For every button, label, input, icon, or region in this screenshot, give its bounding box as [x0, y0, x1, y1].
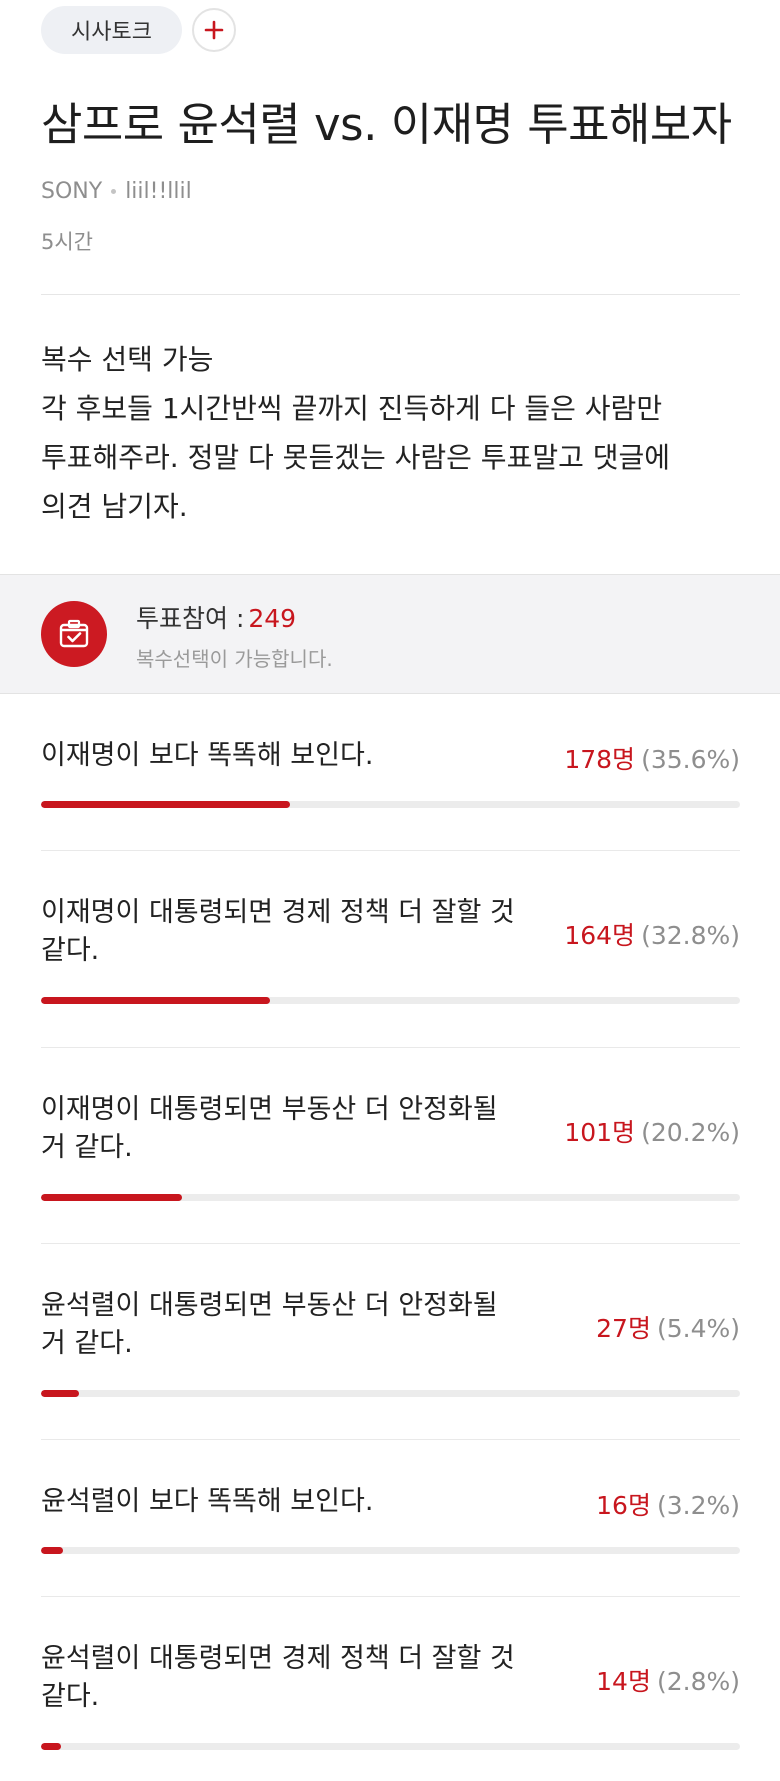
result-bar-fill: [41, 1547, 64, 1554]
option-result: 164명 (32.8%): [564, 916, 740, 952]
multi-select-note: 복수선택이 가능합니다.: [136, 647, 333, 671]
option-percent: (32.8%): [641, 921, 740, 950]
option-result: 14명 (2.8%): [596, 1662, 740, 1698]
option-count: 178명: [564, 745, 636, 774]
participation-label: 투표참여 :: [136, 604, 245, 633]
option-percent: (5.4%): [656, 1314, 740, 1343]
divider: [41, 294, 740, 295]
result-bar: [41, 1743, 740, 1750]
poll-option[interactable]: 윤석렬이 보다 똑똑해 보인다. 16명 (3.2%): [41, 1440, 740, 1597]
option-label: 이재명이 대통령되면 경제 정책 더 잘할 것 같다.: [41, 897, 515, 966]
participation-line: 투표참여 :249: [136, 599, 296, 635]
result-bar: [41, 997, 740, 1004]
author-brand[interactable]: SONY: [41, 179, 102, 204]
result-bar-fill: [41, 801, 290, 808]
ballot-box-icon: [41, 601, 107, 667]
poll-option[interactable]: 윤석렬이 대통령되면 경제 정책 더 잘할 것 같다. 14명 (2.8%): [41, 1597, 740, 1781]
participation-count: 249: [248, 604, 297, 633]
separator-dot: [111, 189, 117, 194]
poll-summary: 투표참여 :249 복수선택이 가능합니다.: [0, 574, 780, 694]
body-line: 투표해주라. 정말 다 못듣겠는 사람은 투표말고 댓글에: [41, 441, 671, 474]
option-result: 16명 (3.2%): [596, 1486, 740, 1522]
result-bar-fill: [41, 997, 271, 1004]
result-bar-fill: [41, 1194, 183, 1201]
option-label: 이재명이 대통령되면 부동산 더 안정화될 거 같다.: [41, 1094, 498, 1163]
option-count: 14명: [596, 1667, 651, 1696]
poll-option[interactable]: 이재명이 대통령되면 경제 정책 더 잘할 것 같다. 164명 (32.8%): [41, 851, 740, 1048]
option-label: 윤석렬이 보다 똑똑해 보인다.: [41, 1486, 374, 1517]
poll-option[interactable]: 윤석렬이 대통령되면 부동산 더 안정화될 거 같다. 27명 (5.4%): [41, 1244, 740, 1440]
post-header: 시사토크: [41, 6, 236, 54]
category-chip[interactable]: 시사토크: [41, 6, 182, 54]
post-page: 시사토크 삼프로 윤석렬 vs. 이재명 투표해보자 SONY liil!!ll…: [0, 0, 780, 1781]
plus-icon: [204, 20, 224, 40]
body-line: 의견 남기자.: [41, 490, 188, 523]
result-bar: [41, 801, 740, 808]
author-line[interactable]: SONY liil!!llil: [41, 179, 192, 204]
body-line: 복수 선택 가능: [41, 343, 214, 376]
poll-options: 이재명이 보다 똑똑해 보인다. 178명 (35.6%) 이재명이 대통령되면 …: [41, 694, 740, 1781]
option-label: 이재명이 보다 똑똑해 보인다.: [41, 740, 374, 771]
option-percent: (20.2%): [641, 1118, 740, 1147]
option-percent: (3.2%): [656, 1491, 740, 1520]
post-time: 5시간: [41, 230, 94, 254]
option-percent: (2.8%): [656, 1667, 740, 1696]
author-name[interactable]: liil!!llil: [125, 179, 192, 204]
result-bar: [41, 1390, 740, 1397]
post-title: 삼프로 윤석렬 vs. 이재명 투표해보자: [41, 98, 732, 151]
body-line: 각 후보들 1시간반씩 끝까지 진득하게 다 들은 사람만: [41, 392, 663, 425]
result-bar: [41, 1194, 740, 1201]
option-count: 16명: [596, 1491, 651, 1520]
option-count: 101명: [564, 1118, 636, 1147]
option-result: 27명 (5.4%): [596, 1309, 740, 1345]
option-label: 윤석렬이 대통령되면 부동산 더 안정화될 거 같다.: [41, 1290, 498, 1359]
option-label: 윤석렬이 대통령되면 경제 정책 더 잘할 것 같다.: [41, 1643, 515, 1712]
option-result: 101명 (20.2%): [564, 1113, 740, 1149]
poll-option[interactable]: 이재명이 보다 똑똑해 보인다. 178명 (35.6%): [41, 694, 740, 851]
option-count: 164명: [564, 921, 636, 950]
result-bar: [41, 1547, 740, 1554]
option-result: 178명 (35.6%): [564, 740, 740, 776]
option-count: 27명: [596, 1314, 651, 1343]
add-button[interactable]: [191, 8, 236, 52]
result-bar-fill: [41, 1743, 61, 1750]
result-bar-fill: [41, 1390, 79, 1397]
poll-option[interactable]: 이재명이 대통령되면 부동산 더 안정화될 거 같다. 101명 (20.2%): [41, 1048, 740, 1244]
option-percent: (35.6%): [641, 745, 740, 774]
post-body: 복수 선택 가능 각 후보들 1시간반씩 끝까지 진득하게 다 들은 사람만 투…: [41, 335, 741, 531]
